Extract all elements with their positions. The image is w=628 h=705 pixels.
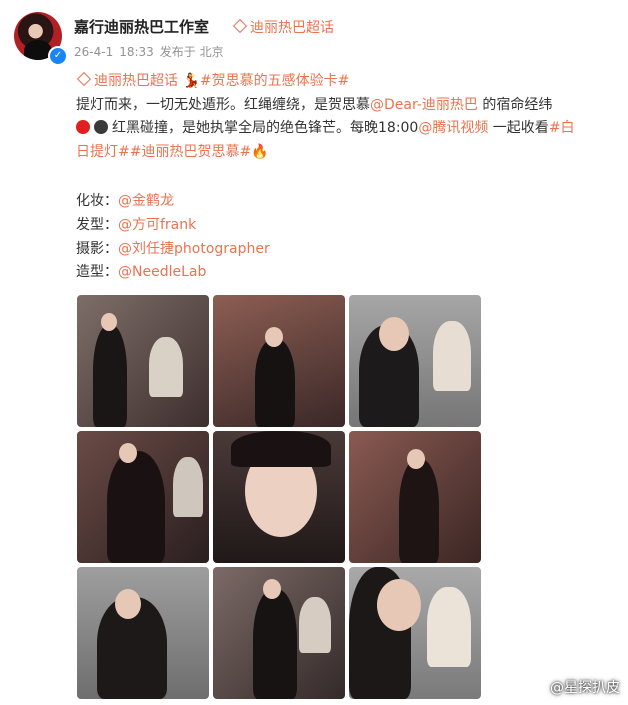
post-header: ✓ 嘉行迪丽热巴工作室 迪丽热巴超话 26-4-1 18:33 发布于 北京 (14, 12, 614, 68)
credit-mention[interactable]: @金鹤龙 (118, 193, 174, 209)
diamond-icon (232, 18, 248, 34)
photo-figure (255, 339, 295, 427)
credit-label: 造型： (76, 264, 118, 281)
verified-badge-icon: ✓ (48, 46, 68, 66)
credit-mention[interactable]: @刘任捷photographer (118, 241, 270, 257)
photo-mannequin (433, 321, 471, 391)
post-line-1: 迪丽热巴超话 💃#贺思慕的五感体验卡# (76, 70, 616, 94)
photo-thumbnail-1[interactable] (77, 295, 209, 427)
post-line-2: 提灯而来，一切无处遁形。红绳缠绕，是贺思慕@Dear-迪丽热巴 的宿命经纬 (76, 94, 616, 118)
topic-link[interactable]: 迪丽热巴超话 (76, 71, 178, 89)
photo-face (263, 579, 281, 599)
post-text: 迪丽热巴超话 💃#贺思慕的五感体验卡# 提灯而来，一切无处遁形。红绳缠绕，是贺思… (76, 70, 616, 164)
diamond-icon (76, 71, 92, 87)
red-circle-icon (76, 120, 90, 134)
watermark: @星探扒皮 (550, 680, 620, 696)
photo-figure (399, 459, 439, 563)
credits-list: 化妆：@金鹤龙 发型：@方可frank 摄影：@刘任捷photographer … (76, 190, 270, 285)
photo-thumbnail-6[interactable] (349, 431, 481, 563)
mention-link[interactable]: @Dear-迪丽热巴 (370, 97, 478, 113)
post-line-3: 红黑碰撞，是她执掌全局的绝色锋芒。每晚18:00@腾讯视频 一起收看#白 (76, 117, 616, 141)
super-topic-link[interactable]: 迪丽热巴超话 (232, 17, 334, 37)
credit-label: 摄影： (76, 240, 118, 257)
credit-hair: 发型：@方可frank (76, 214, 270, 238)
post-sentence: 的宿命经纬 (477, 96, 553, 113)
credit-makeup: 化妆：@金鹤龙 (76, 190, 270, 214)
author-name[interactable]: 嘉行迪丽热巴工作室 (74, 16, 209, 37)
photo-face (115, 589, 141, 619)
post-sentence: 红黑碰撞，是她执掌全局的绝色锋芒。每晚18:00 (112, 120, 419, 136)
dancer-icon: 💃 (182, 73, 200, 89)
hashtag-link[interactable]: #白 (549, 120, 575, 136)
post-meta: 26-4-1 18:33 发布于 北京 (74, 43, 230, 60)
photo-mannequin (427, 587, 471, 667)
hashtag-link[interactable]: #贺思慕的五感体验卡# (200, 73, 349, 89)
post-line-4: 日提灯##迪丽热巴贺思慕#🔥 (76, 141, 616, 165)
post-sentence: 一起收看 (488, 120, 549, 136)
photo-thumbnail-9[interactable] (349, 567, 481, 699)
photo-mannequin (299, 597, 331, 653)
photo-figure (107, 451, 165, 563)
super-topic-label: 迪丽热巴超话 (250, 20, 334, 36)
credit-mention[interactable]: @NeedleLab (118, 264, 206, 280)
hashtag-link[interactable]: 日提灯# (76, 144, 130, 160)
photo-thumbnail-3[interactable] (349, 295, 481, 427)
mention-link[interactable]: @腾讯视频 (418, 120, 488, 136)
photo-mannequin (149, 337, 183, 397)
post-location: 发布于 北京 (159, 45, 224, 59)
fire-icon: 🔥 (251, 143, 269, 160)
photo-thumbnail-8[interactable] (213, 567, 345, 699)
photo-face (119, 443, 137, 463)
photo-mannequin (173, 457, 203, 517)
photo-thumbnail-2[interactable] (213, 295, 345, 427)
photo-thumbnail-5[interactable] (213, 431, 345, 563)
photo-thumbnail-4[interactable] (77, 431, 209, 563)
credit-label: 化妆： (76, 193, 118, 209)
photo-figure (253, 589, 297, 699)
post-date: 26-4-1 (74, 45, 114, 59)
photo-figure (93, 325, 127, 427)
photo-hair (231, 431, 331, 467)
credit-mention[interactable]: @方可frank (118, 217, 196, 233)
credit-label: 发型： (76, 216, 118, 233)
credit-photo: 摄影：@刘任捷photographer (76, 238, 270, 262)
hashtag-link[interactable]: #迪丽热巴贺思慕# (130, 144, 251, 160)
black-circle-icon (94, 120, 108, 134)
photo-thumbnail-7[interactable] (77, 567, 209, 699)
photo-face (101, 313, 117, 331)
photo-face (265, 327, 283, 347)
photo-grid (77, 295, 483, 701)
post-time[interactable]: 18:33 (119, 45, 154, 59)
photo-face (379, 317, 409, 351)
topic-link-label: 迪丽热巴超话 (94, 73, 178, 89)
post-sentence: 提灯而来，一切无处遁形。红绳缠绕，是贺思慕 (76, 96, 370, 113)
credit-styling: 造型：@NeedleLab (76, 261, 270, 285)
photo-face (407, 449, 425, 469)
photo-face (377, 579, 421, 631)
